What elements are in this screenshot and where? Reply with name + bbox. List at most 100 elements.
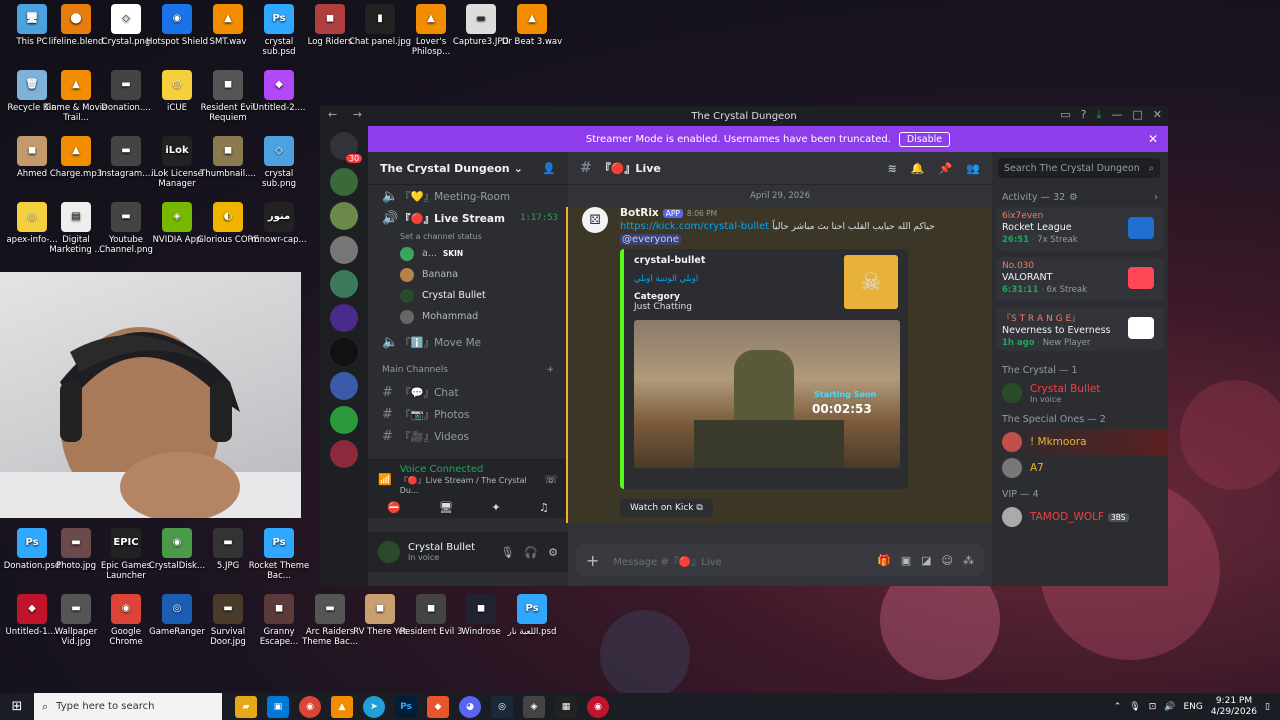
server-icon[interactable] (330, 304, 358, 332)
vlc-icon[interactable]: ▲ (331, 695, 353, 718)
server-icon[interactable] (330, 236, 358, 264)
pin-icon[interactable]: 📌 (939, 162, 953, 175)
taskbar-search-input[interactable]: ⌕ Type here to search (34, 693, 222, 720)
threads-icon[interactable]: ≋ (888, 162, 897, 175)
desktop-icon[interactable]: Ps Rocket Theme Bac... (247, 528, 311, 581)
chevron-right-icon[interactable]: › (1154, 192, 1158, 203)
author-name[interactable]: BotRix (620, 207, 659, 219)
soundboard-button[interactable]: ♫ (539, 501, 549, 514)
steam-icon[interactable]: ◎ (491, 695, 513, 718)
server-icon[interactable] (330, 338, 358, 366)
channel-meeting-room[interactable]: 🔈 『💛』Meeting-Room (368, 185, 568, 207)
desktop-icon[interactable]: ◆ Untitled-2.... (247, 70, 311, 113)
app-icon[interactable]: ▦ (555, 695, 577, 718)
camera-off-button[interactable]: ⛔ (387, 501, 401, 514)
inbox-icon[interactable]: ▭ (1060, 108, 1070, 122)
minimize-button[interactable]: — (1111, 108, 1122, 122)
message-composer[interactable]: + Message #『🔴』Live 🎁 ▣ ◪ ☺ ⁂ (576, 544, 984, 576)
voice-user[interactable]: a... SKIN (368, 243, 568, 264)
gif-icon[interactable]: ▣ (901, 554, 911, 567)
windows-start-icon[interactable]: ⊞ (0, 699, 34, 714)
app-icon[interactable]: ◈ (523, 695, 545, 718)
server-icon[interactable] (330, 372, 358, 400)
headphones-icon[interactable]: 🎧 (524, 546, 538, 559)
chrome-icon[interactable]: ◉ (299, 695, 321, 718)
server-icon[interactable] (330, 168, 358, 196)
channel-move-me[interactable]: 🔈 『ℹ️』Move Me (368, 331, 568, 353)
desktop-icon[interactable]: منور mnowr-cap... (247, 202, 311, 245)
notification-icon[interactable]: ▯ (1265, 702, 1270, 712)
maximize-button[interactable]: □ (1132, 108, 1142, 122)
mention[interactable]: @everyone (620, 234, 681, 245)
search-input[interactable]: Search The Crystal Dungeon ⌕ (998, 158, 1160, 178)
discord-icon[interactable]: ◕ (459, 695, 481, 718)
close-banner-icon[interactable]: ✕ (1148, 132, 1158, 146)
member-item[interactable]: ! Mkmoora (992, 429, 1168, 455)
clock[interactable]: 9:21 PM 4/29/2026 (1211, 696, 1257, 718)
avatar[interactable]: ⚄ (582, 207, 608, 233)
voice-user[interactable]: Banana (368, 264, 568, 285)
avatar[interactable] (378, 541, 400, 563)
mic-icon[interactable]: 🎙 (500, 546, 514, 559)
member-list-icon[interactable]: 👥 (966, 162, 980, 175)
watch-on-kick-button[interactable]: Watch on Kick ⧉ (620, 499, 713, 517)
channel-status[interactable]: Set a channel status (368, 229, 568, 243)
tray-chevron-icon[interactable]: ⌃ (1114, 702, 1122, 712)
help-icon[interactable]: ? (1081, 108, 1087, 122)
add-attachment-icon[interactable]: + (586, 551, 599, 570)
apps-icon[interactable]: ⁂ (963, 554, 974, 567)
add-channel-icon[interactable]: + (546, 365, 554, 375)
server-icon[interactable] (330, 406, 358, 434)
telegram-icon[interactable]: ➤ (363, 695, 385, 718)
member-item[interactable]: Crystal Bullet In voice (992, 380, 1168, 406)
gear-icon[interactable]: ⚙ (548, 546, 558, 559)
desktop-icon[interactable]: ◇ crystal sub.png (247, 136, 311, 189)
network-icon[interactable]: ⊡ (1149, 702, 1157, 712)
disconnect-icon[interactable]: ☏ (544, 473, 558, 486)
kick-link[interactable]: https://kick.com/crystal-bullet (620, 221, 769, 232)
activity-card[interactable]: 『S T R A N G E』 Neverness to Everness 1h a… (996, 307, 1164, 351)
desktop-icon[interactable]: ▲ Dr Beat 3.wav (500, 4, 564, 47)
add-member-icon[interactable]: 👤 (542, 162, 556, 175)
server-icon[interactable] (330, 202, 358, 230)
member-item[interactable]: TAMOD_WOLF 3BS (992, 504, 1168, 530)
gift-icon[interactable]: 🎁 (877, 554, 891, 567)
category-main-channels[interactable]: Main Channels + (368, 359, 568, 381)
voice-location[interactable]: 『🔴』Live Stream / The Crystal Du... (400, 475, 545, 495)
gear-icon[interactable]: ⚙ (1069, 192, 1078, 203)
photoshop-icon[interactable]: Ps (395, 695, 417, 718)
text-channel[interactable]: # 『💬』Chat (368, 381, 568, 403)
message: ⚄ BotRix APP 8:06 PM https://kick.com/cr… (566, 207, 992, 523)
desktop-icon[interactable]: Ps اللعبة نار.psd (500, 594, 564, 637)
activities-button[interactable]: ✦ (491, 501, 500, 514)
channel-live-stream[interactable]: 🔊 『🔴』Live Stream 1:17:53 (368, 207, 568, 229)
app-icon[interactable]: ◉ (587, 695, 609, 718)
file-explorer-icon[interactable]: ▰ (235, 695, 257, 718)
server-icon[interactable] (330, 440, 358, 468)
mic-icon[interactable]: 🎙 (1129, 702, 1140, 712)
server-icon[interactable] (330, 270, 358, 298)
emoji-icon[interactable]: ☺ (942, 554, 953, 567)
brave-icon[interactable]: ◆ (427, 695, 449, 718)
desktop-icon-label: Dr Beat 3.wav (501, 37, 563, 47)
activity-card[interactable]: No.030 VALORANT 6:31:11 · 6x Streak (996, 257, 1164, 301)
screen-share-button[interactable]: 🖥 (439, 501, 453, 514)
volume-icon[interactable]: 🔊 (1164, 702, 1175, 712)
disable-button[interactable]: Disable (898, 131, 951, 147)
voice-user[interactable]: Crystal Bullet (368, 285, 568, 306)
text-channel[interactable]: # 『🎥』Videos (368, 425, 568, 447)
activity-card[interactable]: 6ix7even Rocket League 26:51 · 7x Streak (996, 207, 1164, 251)
server-header[interactable]: The Crystal Dungeon ⌄ 👤 (368, 152, 568, 185)
store-icon[interactable]: ▣ (267, 695, 289, 718)
text-channel[interactable]: # 『📷』Photos (368, 403, 568, 425)
nav-arrows-icon[interactable]: ← → (328, 108, 368, 121)
member-item[interactable]: A7 (992, 455, 1168, 481)
voice-user[interactable]: Mohammad (368, 306, 568, 327)
home-button[interactable]: 30 (320, 132, 368, 168)
bell-icon[interactable]: 🔔 (911, 162, 925, 175)
download-icon[interactable]: ⤓ (1097, 108, 1102, 122)
language-indicator[interactable]: ENG (1183, 702, 1202, 712)
close-button[interactable]: ✕ (1153, 108, 1162, 122)
sticker-icon[interactable]: ◪ (921, 554, 931, 567)
stream-preview-image[interactable]: Starting Soon 00:02:53 (634, 320, 900, 468)
